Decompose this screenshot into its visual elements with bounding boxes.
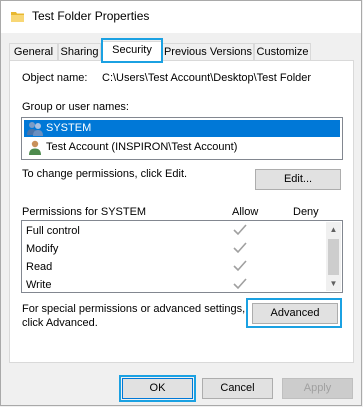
properties-window: Test Folder Properties General Sharing S… — [0, 0, 362, 406]
allow-check-icon — [233, 224, 247, 236]
scroll-up-arrow-icon[interactable]: ▲ — [326, 222, 341, 237]
cancel-button-label: Cancel — [220, 382, 255, 394]
permissions-scrollbar[interactable]: ▲ ▼ — [326, 222, 341, 291]
tab-general-label: General — [13, 46, 54, 58]
tab-sharing[interactable]: Sharing — [58, 43, 101, 60]
tab-general[interactable]: General — [9, 43, 58, 60]
user-row-test-account-label: Test Account (INSPIRON\Test Account) — [46, 141, 238, 153]
advanced-button-highlight — [246, 298, 342, 328]
apply-button[interactable]: Apply — [282, 378, 353, 399]
special-permissions-hint-2: click Advanced. — [22, 317, 98, 329]
tab-sharing-label: Sharing — [60, 46, 99, 58]
permission-name: Write — [26, 279, 52, 291]
object-name-label: Object name: — [22, 72, 88, 84]
scroll-down-arrow-icon[interactable]: ▼ — [326, 276, 341, 291]
apply-button-label: Apply — [303, 382, 332, 394]
permission-row: Full control — [26, 223, 326, 241]
user-list[interactable]: SYSTEM Test Account (INSPIRON\Test Accou… — [21, 117, 343, 160]
allow-check-icon — [233, 242, 247, 254]
deny-header: Deny — [293, 206, 319, 218]
permissions-list[interactable]: Full control Modify Read Write ▲ ▼ — [21, 220, 343, 293]
permission-name: Read — [26, 261, 53, 273]
scrollbar-thumb[interactable] — [328, 239, 339, 275]
allow-check-icon — [233, 278, 247, 290]
tab-previous-versions-label: Previous Versions — [163, 46, 253, 58]
tab-customize-label: Customize — [256, 46, 309, 58]
permission-row: Write — [26, 277, 326, 295]
user-row-test-account[interactable]: Test Account (INSPIRON\Test Account) — [24, 139, 340, 156]
permission-name: Full control — [26, 225, 80, 237]
cancel-button[interactable]: Cancel — [202, 378, 273, 399]
group-user-label: Group or user names: — [22, 101, 129, 113]
ok-button-highlight — [119, 375, 196, 402]
change-permissions-hint: To change permissions, click Edit. — [22, 168, 188, 180]
tab-customize[interactable]: Customize — [254, 43, 311, 60]
user-row-system[interactable]: SYSTEM — [24, 120, 340, 137]
folder-icon — [11, 12, 24, 22]
tab-previous-versions[interactable]: Previous Versions — [162, 43, 254, 60]
permissions-header: Permissions for SYSTEM — [22, 206, 147, 218]
edit-button[interactable]: Edit... — [255, 169, 341, 190]
window-title: Test Folder Properties — [32, 9, 150, 23]
user-group-icon — [27, 122, 43, 136]
edit-button-label: Edit... — [283, 173, 313, 185]
object-name-value: C:\Users\Test Account\Desktop\Test Folde… — [102, 72, 312, 84]
permission-name: Modify — [26, 243, 59, 255]
user-row-system-label: SYSTEM — [46, 122, 92, 134]
permission-row: Modify — [26, 241, 326, 259]
special-permissions-hint: For special permissions or advanced sett… — [22, 303, 246, 315]
allow-header: Allow — [232, 206, 259, 218]
allow-check-icon — [233, 260, 247, 272]
tab-strip: General Sharing Security Previous Versio… — [1, 41, 361, 61]
user-icon — [29, 140, 41, 155]
title-bar: Test Folder Properties — [1, 1, 361, 33]
security-tab-highlight — [101, 38, 163, 63]
permission-row: Read — [26, 259, 326, 277]
